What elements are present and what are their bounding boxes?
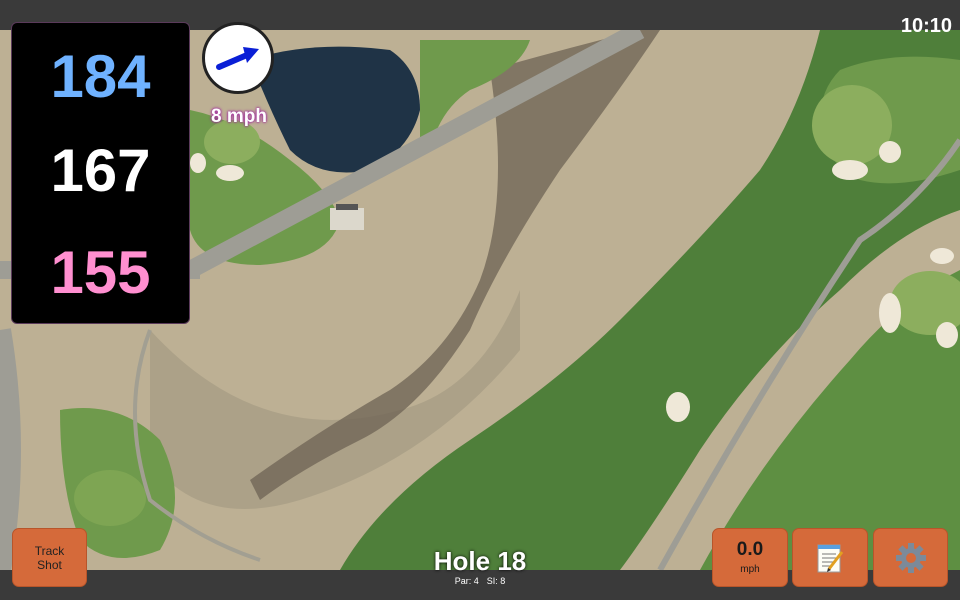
front-yardage: 155 (50, 239, 151, 306)
hole-title: Hole 18 (433, 546, 527, 576)
clock: 10:10 (900, 15, 952, 37)
si-label: SI: 8 (486, 576, 506, 586)
speed-unit: mph (740, 564, 760, 575)
center-yardage: 167 (50, 137, 151, 204)
wind-speed: 8 mph (211, 106, 267, 127)
par-label: Par: 4 (454, 576, 479, 586)
settings-button[interactable] (873, 528, 948, 587)
speed-value: 0.0 (736, 539, 764, 560)
back-yardage: 184 (50, 43, 151, 110)
speed-button[interactable]: 0.0 mph (712, 528, 788, 587)
track-shot-button[interactable]: Track Shot (12, 528, 87, 587)
notes-button[interactable] (792, 528, 868, 587)
wind-indicator (202, 22, 274, 94)
notepad-icon (817, 544, 844, 572)
gear-icon (895, 542, 926, 573)
wind-arrow-icon (216, 47, 259, 70)
yardage-panel: 184 167 155 (11, 22, 190, 324)
hole-info: Par: 4 SI: 8 (380, 576, 580, 586)
track-shot-label: Track Shot (34, 543, 65, 572)
